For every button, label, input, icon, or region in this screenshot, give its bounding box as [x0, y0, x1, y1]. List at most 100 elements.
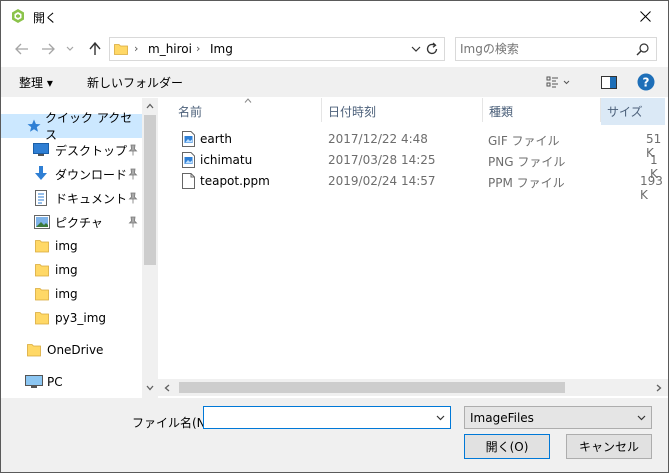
nav-item-img-2[interactable]: img — [1, 258, 142, 282]
pin-icon — [128, 192, 138, 204]
preview-pane-icon[interactable] — [601, 76, 617, 90]
title-bar: 開く — [1, 1, 668, 32]
arrow-right-icon — [42, 43, 55, 55]
nav-item-label: img — [55, 263, 78, 277]
view-options-icon[interactable] — [546, 76, 572, 88]
file-date: 2017/12/22 4:48 — [328, 132, 428, 146]
file-name: earth — [200, 132, 232, 146]
file-type: PNG ファイル — [488, 155, 566, 169]
column-header-date[interactable]: 日付時刻 — [322, 98, 482, 125]
nav-item-label: ピクチャ — [55, 215, 103, 230]
chevron-down-icon — [637, 415, 646, 421]
search-box[interactable] — [455, 37, 657, 61]
up-button[interactable] — [86, 39, 104, 59]
close-button[interactable] — [622, 1, 668, 32]
file-date: 2017/03/28 14:25 — [328, 153, 436, 167]
app-icon — [12, 9, 24, 23]
nav-item-label: OneDrive — [47, 343, 104, 357]
folder-icon — [35, 288, 49, 301]
cancel-button[interactable]: キャンセル — [566, 434, 652, 459]
breadcrumb-separator: › — [196, 42, 201, 55]
scroll-down-icon[interactable] — [146, 385, 154, 391]
folder-icon — [35, 240, 49, 253]
nav-pane-scroll-thumb[interactable] — [144, 115, 156, 265]
command-bar: 整理 ▾ 新しいフォルダー ? — [1, 67, 668, 97]
scroll-right-icon[interactable] — [656, 384, 662, 392]
back-button[interactable] — [13, 39, 31, 59]
organize-button[interactable]: 整理 ▾ — [19, 74, 53, 91]
column-header-size[interactable]: サイズ — [601, 98, 665, 125]
breadcrumb-item[interactable]: Img — [210, 42, 233, 56]
search-input[interactable] — [460, 41, 630, 57]
nav-item-pictures[interactable]: ピクチャ — [1, 210, 142, 234]
help-icon[interactable]: ? — [637, 73, 655, 91]
desktop-icon — [33, 143, 49, 156]
scroll-left-icon[interactable] — [164, 384, 170, 392]
nav-item-label: img — [55, 239, 78, 253]
address-bar[interactable]: › m_hiroi › Img — [109, 37, 445, 61]
star-icon — [27, 119, 41, 132]
breadcrumb-separator: › — [134, 42, 139, 55]
close-icon — [639, 11, 651, 22]
recent-locations-button[interactable] — [64, 39, 76, 59]
window-title: 開く — [33, 11, 58, 25]
nav-item-py3-img[interactable]: py3_img — [1, 306, 142, 330]
filetype-value: ImageFiles — [470, 411, 534, 425]
pc-icon — [25, 375, 43, 388]
forward-button[interactable] — [39, 39, 57, 59]
folder-icon — [35, 264, 49, 277]
file-type: PPM ファイル — [488, 176, 565, 190]
download-icon — [35, 166, 47, 180]
nav-item-desktop[interactable]: デスクトップ — [1, 138, 142, 162]
nav-item-quick-access[interactable]: クイック アクセス — [1, 111, 142, 142]
navigation-pane: クイック アクセス デスクトップ ダウンロード ドキュメント ピクチャ img … — [1, 98, 158, 398]
svg-text:?: ? — [643, 76, 650, 90]
filename-input[interactable] — [208, 410, 428, 426]
nav-item-label: py3_img — [55, 311, 106, 325]
refresh-button[interactable] — [421, 38, 443, 60]
nav-item-img-1[interactable]: img — [1, 234, 142, 258]
pin-icon — [128, 216, 138, 228]
file-name: teapot.ppm — [200, 174, 270, 188]
file-list: 名前 日付時刻 種類 サイズ earth 2017/12/22 4:48 GIF… — [158, 98, 668, 398]
column-header-name[interactable]: 名前 — [172, 98, 321, 125]
chevron-down-icon — [66, 46, 74, 51]
document-icon — [35, 190, 47, 206]
open-button[interactable]: 開く(O) — [464, 434, 550, 459]
arrow-left-icon — [15, 43, 28, 55]
breadcrumb-item[interactable]: m_hiroi — [148, 42, 192, 56]
file-row[interactable]: ichimatu 2017/03/28 14:25 PNG ファイル 1 K — [178, 150, 668, 181]
nav-item-label: デスクトップ — [55, 143, 128, 158]
pictures-icon — [34, 215, 50, 229]
nav-item-pc[interactable]: PC — [1, 370, 142, 394]
file-list-scroll-thumb[interactable] — [179, 382, 565, 393]
file-name: ichimatu — [200, 153, 253, 167]
folder-icon — [27, 344, 41, 357]
file-row[interactable]: earth 2017/12/22 4:48 GIF ファイル 51 K — [178, 129, 668, 160]
pin-icon — [128, 168, 138, 180]
nav-item-label: img — [55, 287, 78, 301]
filetype-select[interactable]: ImageFiles — [464, 406, 652, 429]
refresh-icon — [426, 42, 438, 55]
file-type: GIF ファイル — [488, 134, 560, 148]
folder-icon — [35, 312, 49, 325]
search-icon — [636, 43, 649, 56]
pin-icon — [128, 144, 138, 156]
file-size: 193 K — [640, 174, 663, 202]
nav-item-label: ドキュメント — [55, 191, 128, 206]
nav-item-label: ダウンロード — [55, 167, 128, 182]
open-file-dialog: 開く › m_hiroi › Img Imgの検索 整理 ▾ 新しいフォルダー … — [0, 0, 669, 473]
nav-item-onedrive[interactable]: OneDrive — [1, 338, 142, 362]
nav-item-img-3[interactable]: img — [1, 282, 142, 306]
folder-icon — [114, 44, 128, 55]
file-date: 2019/02/24 14:57 — [328, 174, 436, 188]
filename-combobox[interactable] — [203, 406, 451, 429]
file-row[interactable]: teapot.ppm 2019/02/24 14:57 PPM ファイル 193… — [178, 171, 668, 202]
nav-item-downloads[interactable]: ダウンロード — [1, 162, 142, 186]
image-file-icon — [182, 152, 195, 168]
chevron-down-icon[interactable] — [436, 415, 445, 421]
column-header-type[interactable]: 種類 — [483, 98, 600, 125]
nav-item-documents[interactable]: ドキュメント — [1, 186, 142, 210]
new-folder-button[interactable]: 新しいフォルダー — [87, 74, 183, 91]
scroll-up-icon[interactable] — [146, 103, 154, 109]
